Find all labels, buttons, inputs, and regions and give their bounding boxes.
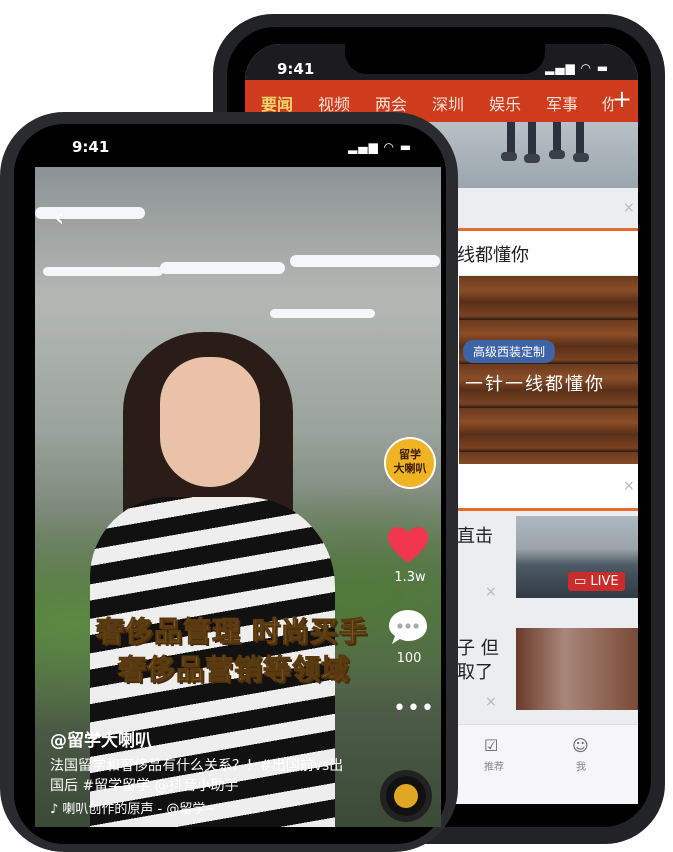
news-item-2-title-line1: 子 但 [457, 638, 499, 659]
live-badge: ▭ LIVE [568, 572, 625, 591]
add-channel-icon[interactable]: + [612, 85, 632, 113]
news-item-1-title: 直击 [457, 526, 493, 547]
close-icon[interactable]: × [623, 478, 635, 494]
back-status-time: 9:41 [277, 60, 315, 78]
more-icon[interactable]: ••• [393, 696, 435, 721]
profile-tab-icon[interactable]: ☺ [572, 736, 589, 755]
music-disc-icon[interactable] [380, 770, 432, 822]
front-status-time: 9:41 [72, 138, 110, 156]
front-notch [128, 124, 346, 156]
back-status-icons: ▂▄▆ ◠ ▬ [545, 61, 610, 75]
heart-icon[interactable] [386, 525, 430, 565]
ceiling-light [43, 267, 163, 276]
ceiling-light [160, 262, 285, 274]
close-icon[interactable]: × [485, 694, 497, 710]
news-item-2-thumbnail[interactable] [516, 628, 638, 710]
news-item-2-title-line2: 取了 [457, 662, 493, 683]
back-icon[interactable]: ‹ [54, 203, 64, 233]
front-status-icons: ▂▄▆ ◠ ▬ [348, 140, 413, 154]
headline-text: 线都懂你 [457, 245, 529, 266]
video-caption-line-2: 奢侈品营销等领域 [117, 653, 351, 687]
creator-avatar[interactable]: 留学 大喇叭 [384, 437, 436, 489]
close-icon[interactable]: × [623, 200, 635, 216]
presenter-face [160, 357, 260, 487]
comment-count: 100 [396, 651, 422, 666]
avatar-text-line1: 留学 [399, 448, 421, 461]
creator-username[interactable]: @留学大喇叭 [50, 726, 152, 751]
tab-me[interactable]: 我 [576, 758, 586, 773]
tab-shenzhen[interactable]: 深圳 [432, 91, 464, 115]
avatar-text-line2: 大喇叭 [393, 462, 427, 475]
ad-tag-badge: 高级西装定制 [463, 340, 556, 363]
video-description: 法国留学和奢侈品有什么关系？！#出国前vs出国后 #留学留学 @抖音小助手 [50, 758, 344, 794]
like-count: 1.3w [394, 570, 426, 585]
tab-junshi[interactable]: 军事 [546, 91, 578, 115]
comment-icon[interactable] [387, 608, 429, 646]
music-credit[interactable]: ♪ 喇叭创作的原声 - @留学~ [50, 798, 216, 817]
ceiling-light [35, 207, 145, 219]
tab-yule[interactable]: 娱乐 [489, 91, 521, 115]
tab-recommend[interactable]: 推荐 [484, 758, 504, 773]
ceiling-light [290, 255, 440, 267]
video-caption-line-1: 奢侈品管理 时尚买手 [96, 615, 368, 649]
live-label: LIVE [590, 574, 619, 589]
back-notch [345, 44, 545, 74]
recommend-tab-icon[interactable]: ☑ [484, 736, 498, 755]
close-icon[interactable]: × [485, 584, 497, 600]
ad-slogan: 一针一线都懂你 [465, 374, 605, 395]
ceiling-light [270, 309, 375, 318]
